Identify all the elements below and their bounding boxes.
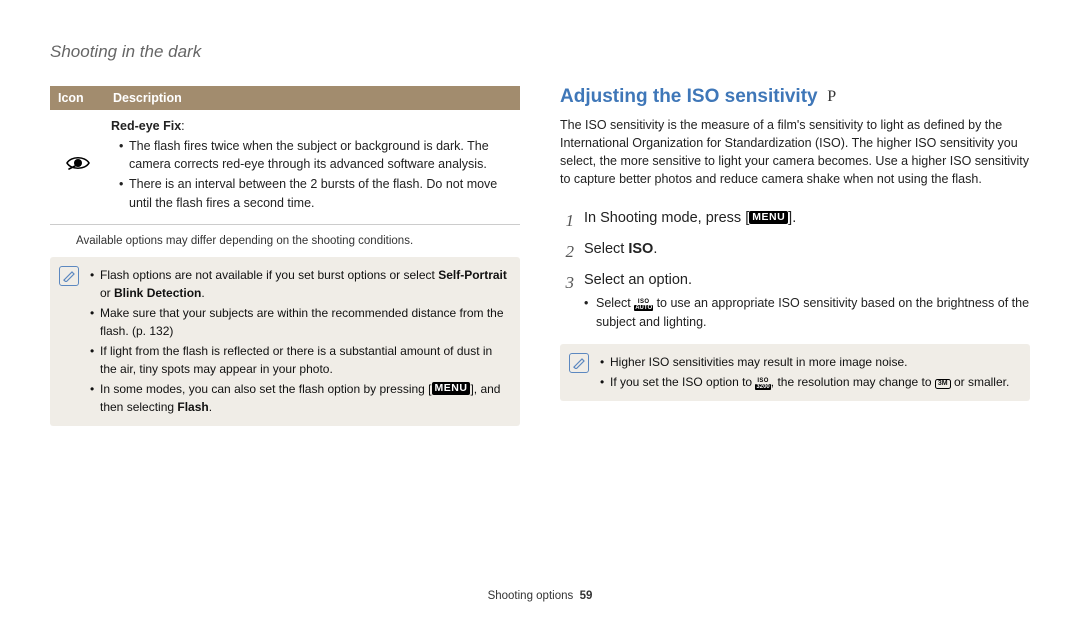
resolution-3m-icon: 3M: [935, 379, 951, 390]
left-column: Icon Description: [50, 86, 520, 426]
section-heading: Adjusting the ISO sensitivity: [560, 86, 818, 108]
note-left-1: Flash options are not available if you s…: [90, 266, 511, 302]
note-box-right: Higher ISO sensitivities may result in m…: [560, 344, 1030, 401]
step-number: 2: [560, 236, 574, 267]
note-icon: [569, 353, 589, 373]
options-caption: Available options may differ depending o…: [50, 233, 520, 249]
step-2: Select ISO.: [584, 236, 1030, 267]
step-1: In Shooting mode, press [MENU].: [584, 205, 1030, 236]
menu-icon: MENU: [749, 211, 788, 225]
table-row: Red-eye Fix: The flash fires twice when …: [50, 110, 520, 224]
note-box-left: Flash options are not available if you s…: [50, 257, 520, 426]
note-right-2: If you set the ISO option to ISO3200, th…: [600, 373, 1009, 391]
row-bullet-2: There is an interval between the 2 burst…: [119, 175, 514, 211]
note-left-2: Make sure that your subjects are within …: [90, 304, 511, 340]
iso-auto-icon: ISOAUTO: [634, 299, 653, 311]
table-header-description: Description: [105, 86, 520, 110]
note-right-1: Higher ISO sensitivities may result in m…: [600, 353, 1009, 371]
footer-section: Shooting options: [488, 590, 574, 602]
steps-list: 1 In Shooting mode, press [MENU]. 2 Sele…: [560, 205, 1030, 332]
row-bullet-1: The flash fires twice when the subject o…: [119, 137, 514, 173]
description-table: Icon Description: [50, 86, 520, 225]
mode-badge: P: [827, 88, 836, 106]
page-number: 59: [580, 590, 593, 602]
note-icon: [59, 266, 79, 286]
note-left-4: In some modes, you can also set the flas…: [90, 380, 511, 416]
step-number: 1: [560, 205, 574, 236]
red-eye-fix-icon: [65, 153, 91, 178]
table-header-icon: Icon: [50, 86, 105, 110]
page-title: Shooting in the dark: [50, 42, 201, 62]
note-left-3: If light from the flash is reflected or …: [90, 342, 511, 378]
right-column: Adjusting the ISO sensitivity P The ISO …: [560, 86, 1030, 401]
step-number: 3: [560, 267, 574, 331]
footer: Shooting options 59: [0, 590, 1080, 602]
intro-text: The ISO sensitivity is the measure of a …: [560, 116, 1030, 189]
step-3-sub: Select ISOAUTO to use an appropriate ISO…: [584, 294, 1030, 332]
row-title: Red-eye Fix: [111, 119, 181, 133]
iso-3200-icon: ISO3200: [755, 378, 770, 390]
menu-icon: MENU: [432, 382, 471, 396]
step-3: Select an option. Select ISOAUTO to use …: [584, 267, 1030, 331]
